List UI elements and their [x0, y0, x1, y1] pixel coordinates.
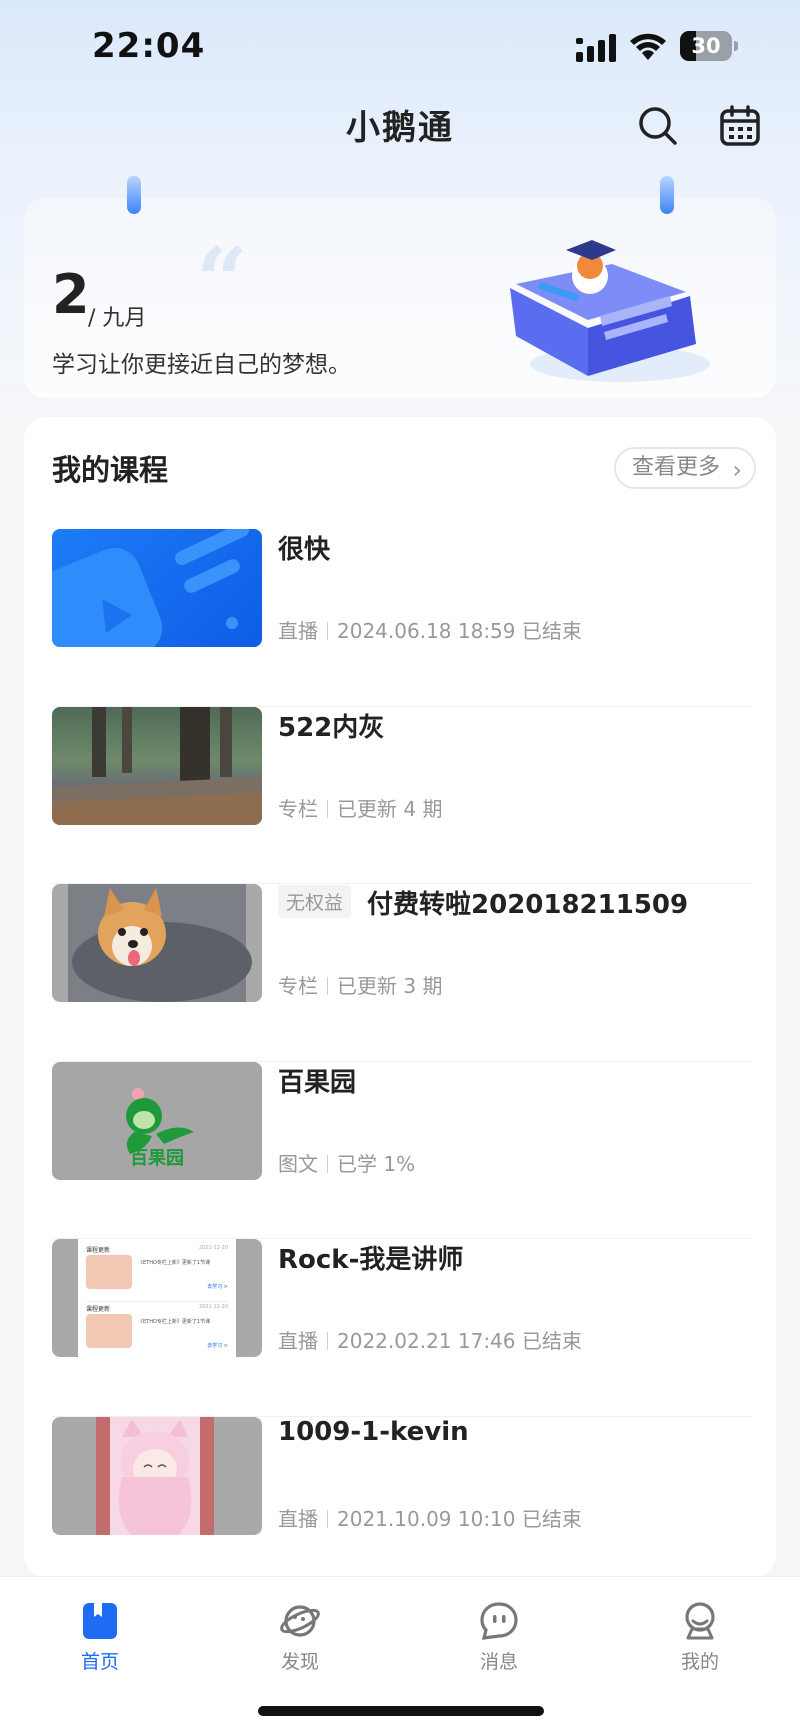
tab-label: 消息	[479, 1651, 518, 1673]
tab-profile[interactable]: 我的	[645, 1591, 755, 1681]
no-access-tag: 无权益	[278, 885, 352, 919]
message-bubble-icon	[480, 1602, 518, 1640]
notice-screenshot: 课程更新 2021-12-20 《ETHO专栏上新》更新了1节课 去学习 > 课…	[78, 1239, 236, 1358]
avatar	[86, 1255, 132, 1290]
course-title: 很快	[278, 535, 331, 565]
course-thumbnail	[52, 884, 262, 1003]
notice-label: 课程更新	[86, 1247, 111, 1255]
course-thumbnail	[52, 1416, 262, 1535]
profile-icon	[685, 1602, 715, 1640]
meta-divider	[327, 799, 328, 818]
course-status: 2024.06.18 18:59 已结束	[337, 619, 582, 643]
banner-pin-left	[127, 176, 141, 214]
course-meta: 专栏 已更新 4 期	[278, 793, 442, 822]
course-status: 已更新 4 期	[337, 796, 443, 821]
course-item[interactable]: 百果园 百果园 图文 已学 1%	[52, 1061, 752, 1240]
course-item[interactable]: 1009-1-kevin 直播 2021.10.09 10:10 已结束	[52, 1416, 752, 1577]
avatar	[86, 1314, 132, 1349]
battery-cap	[734, 41, 738, 51]
course-meta: 直播 2024.06.18 18:59 已结束	[278, 615, 582, 644]
course-status: 2022.02.21 17:46 已结束	[337, 1329, 582, 1354]
course-item[interactable]: 课程更新 2021-12-20 《ETHO专栏上新》更新了1节课 去学习 > 课…	[52, 1239, 752, 1417]
course-title-row: 无权益 付费转啦202018211509	[278, 884, 688, 921]
meta-divider	[327, 622, 328, 640]
course-thumbnail: 课程更新 2021-12-20 《ETHO专栏上新》更新了1节课 去学习 > 课…	[52, 1239, 262, 1358]
course-meta: 专栏 已更新 3 期	[278, 970, 442, 999]
tab-label: 发现	[280, 1651, 319, 1673]
graduation-book-illustration	[510, 240, 710, 382]
app-title: 小鹅通	[346, 108, 454, 148]
anime-girl-illustration	[96, 1416, 214, 1535]
tab-label: 我的	[680, 1651, 719, 1673]
live-video-illustration	[52, 529, 249, 647]
view-more-button[interactable]: 查看更多 ›	[614, 447, 756, 489]
course-item[interactable]: 522内灰 专栏 已更新 4 期	[52, 706, 752, 885]
home-book-icon	[83, 1603, 117, 1639]
banner-day: 2	[52, 263, 90, 326]
course-type: 专栏	[278, 796, 318, 821]
tab-discover[interactable]: 发现	[245, 1591, 355, 1681]
course-title: 付费转啦202018211509	[367, 890, 689, 921]
course-title: 1009-1-kevin	[278, 1416, 469, 1447]
notice-action: 去学习 >	[207, 1343, 228, 1350]
meta-divider	[327, 977, 328, 996]
tab-label: 首页	[80, 1651, 119, 1673]
course-meta: 图文 已学 1%	[278, 1148, 415, 1177]
status-bar: 22:04 30	[0, 0, 800, 96]
course-meta: 直播 2021.10.09 10:10 已结束	[278, 1503, 582, 1532]
notice-card: 课程更新 2021-12-20 《ETHO专栏上新》更新了1节课 去学习 >	[86, 1245, 228, 1295]
tab-home[interactable]: 首页	[45, 1591, 155, 1681]
course-title: 百果园	[278, 1067, 357, 1098]
notice-card: 课程更新 2021-12-20 《ETHO专栏上新》更新了1节课 去学习 >	[86, 1301, 228, 1351]
quote-mark-icon: “	[196, 228, 248, 334]
banner-month: / 九月	[88, 306, 147, 331]
banner-motto: 学习让你更接近自己的梦想。	[52, 352, 351, 378]
corgi-photo	[68, 884, 252, 1003]
course-thumbnail: 百果园	[52, 1061, 262, 1180]
course-title: 522内灰	[278, 712, 385, 743]
meta-divider	[327, 1154, 328, 1173]
forest-path-photo	[52, 706, 262, 825]
section-title: 我的课程	[52, 453, 169, 487]
course-thumbnail	[52, 529, 262, 647]
course-title: Rock-我是讲师	[278, 1245, 464, 1276]
notice-label: 课程更新	[86, 1306, 111, 1314]
notice-action: 去学习 >	[207, 1284, 228, 1291]
notice-text: 《ETHO专栏上新》更新了1节课	[138, 1260, 211, 1267]
notice-date: 2021-12-20	[198, 1304, 228, 1311]
notice-date: 2021-12-20	[198, 1245, 228, 1252]
status-time: 22:04	[92, 26, 206, 66]
course-thumbnail	[52, 706, 262, 825]
my-courses-card: 我的课程 查看更多 › 很快 直播 2024.06.18 18:59 已结束 5…	[24, 417, 776, 1577]
chevron-right-icon: ›	[732, 456, 742, 484]
home-indicator[interactable]	[258, 1706, 544, 1716]
search-icon[interactable]	[636, 104, 680, 148]
battery-body: 30	[680, 31, 732, 61]
course-list: 很快 直播 2024.06.18 18:59 已结束 522内灰 专栏 已更新 4 …	[52, 529, 752, 1577]
course-status: 已学 1%	[337, 1151, 416, 1176]
banner-pin-right	[660, 176, 674, 214]
course-item[interactable]: 很快 直播 2024.06.18 18:59 已结束	[52, 529, 752, 707]
calendar-icon[interactable]	[718, 104, 762, 148]
course-meta: 直播 2022.02.21 17:46 已结束	[278, 1325, 582, 1354]
course-type: 图文	[278, 1151, 318, 1176]
battery-indicator: 30	[680, 31, 738, 63]
course-item[interactable]: 无权益 付费转啦202018211509 专栏 已更新 3 期	[52, 884, 752, 1062]
view-more-label: 查看更多	[632, 455, 721, 480]
course-type: 直播	[278, 619, 318, 643]
course-status: 2021.10.09 10:10 已结束	[337, 1506, 582, 1531]
notice-text: 《ETHO专栏上新》更新了1节课	[138, 1319, 211, 1326]
wifi-icon	[630, 33, 666, 60]
tab-messages[interactable]: 消息	[444, 1591, 554, 1681]
course-status: 已更新 3 期	[337, 974, 443, 999]
course-type: 专栏	[278, 974, 318, 999]
meta-divider	[327, 1332, 328, 1351]
course-type: 直播	[278, 1329, 318, 1354]
meta-divider	[327, 1509, 328, 1528]
cellular-signal-icon	[576, 34, 616, 62]
thumb-logo-text: 百果园	[130, 1147, 184, 1169]
battery-percent: 30	[691, 34, 721, 58]
course-type: 直播	[278, 1506, 318, 1531]
planet-icon	[280, 1605, 320, 1637]
